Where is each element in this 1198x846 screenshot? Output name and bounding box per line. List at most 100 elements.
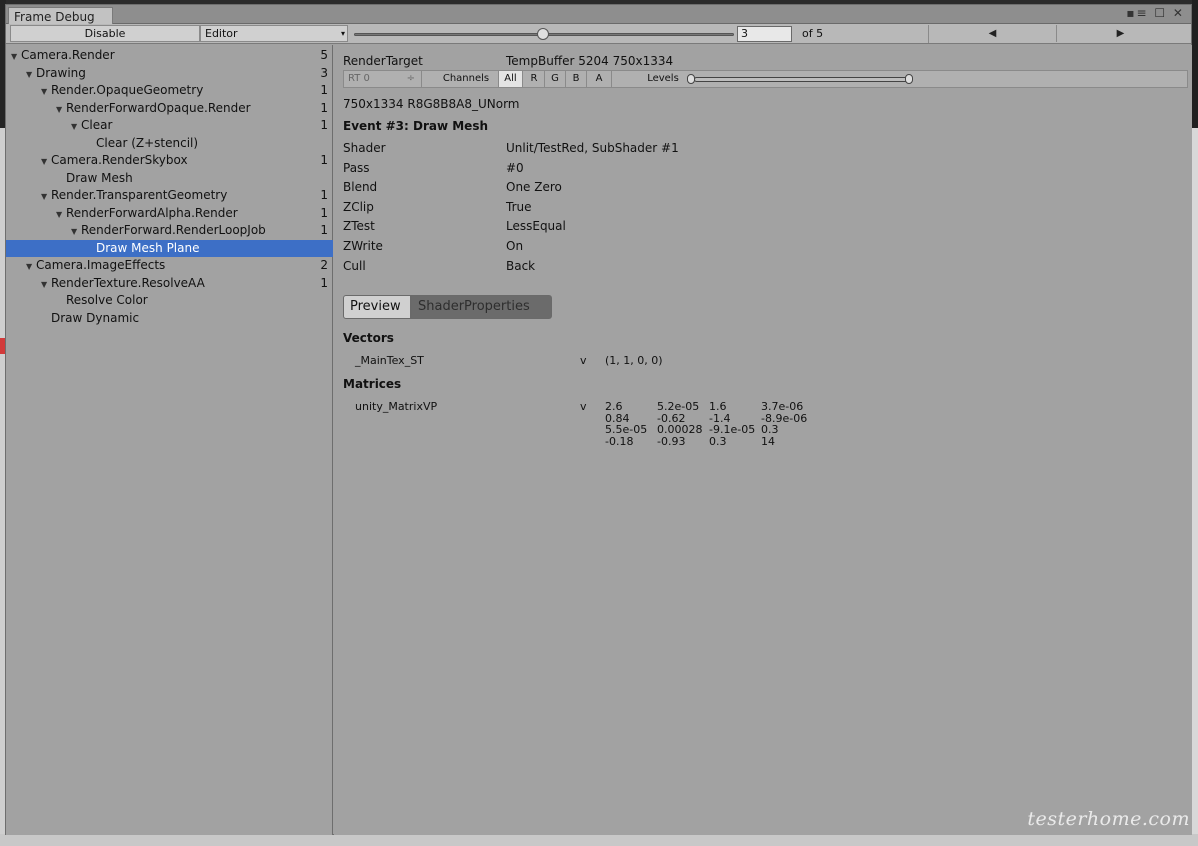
channel-all-button[interactable]: All [498,71,523,87]
matrix-cell: -8.9e-06 [761,411,808,425]
render-target-toolbar: RT 0 ÷ Channels All R G B A Levels [343,70,1188,88]
tree-item[interactable]: ▼ RenderForwardOpaque.Render 1 [6,100,333,117]
tree-item[interactable]: ▼ Render.OpaqueGeometry 1 [6,82,333,99]
property-value: True [506,199,532,214]
frame-slider-thumb[interactable] [537,28,549,40]
tree-item-label: RenderTexture.ResolveAA [51,275,205,290]
property-value: On [506,239,524,253]
tree-item-count: 1 [320,275,328,290]
tree-item[interactable]: ▼ Camera.Render 5 [6,47,333,64]
tree-item[interactable]: ▼ Drawing 3 [6,65,333,82]
property-value: LessEqual [506,219,566,234]
property-value: Unlit/TestRed, SubShader #1 [506,141,679,155]
target-dropdown[interactable]: Editor ▾ [200,25,348,42]
tree-item-label: Camera.ImageEffects [36,258,166,272]
matrices-heading: Matrices [343,377,402,391]
channel-a-button[interactable]: A [587,71,612,87]
expand-triangle-icon[interactable]: ▼ [26,258,36,275]
render-target-value: TempBuffer 5204 750x1334 [506,54,674,68]
property-value: Back [506,258,536,273]
tree-item[interactable]: ▼ Clear 1 [6,117,333,134]
channel-g-button[interactable]: G [545,71,566,87]
tree-item-label: Camera.RenderSkybox [51,153,188,167]
rt-select-label: RT 0 [348,73,370,84]
tree-item-count: 5 [320,48,328,62]
tree-item[interactable]: Draw Mesh [6,170,333,187]
tree-item-count: 1 [320,223,328,237]
vector-name: _MainTex_ST [355,354,424,367]
disable-button[interactable]: Disable [10,25,200,42]
previous-event-button[interactable]: ◀ [928,25,1056,42]
background-editor-bottom [0,834,1198,846]
background-editor-right [1192,0,1198,846]
tree-item[interactable]: ▼ Camera.RenderSkybox 1 [6,152,333,169]
expand-triangle-icon[interactable]: ▼ [11,48,21,65]
levels-label: Levels [647,73,679,84]
window-tab-bar: Frame Debug ▪≡ ☐ ✕ [6,5,1191,25]
chevron-down-icon: ▾ [340,29,345,38]
matrix-cell: 5.5e-05 [605,423,648,436]
tree-item-label: Render.OpaqueGeometry [51,83,204,97]
expand-triangle-icon[interactable]: ▼ [41,276,51,293]
property-key: ZTest [343,219,375,234]
next-event-button[interactable]: ▶ [1056,25,1184,42]
tree-item[interactable]: ▼ RenderTexture.ResolveAA 1 [6,275,333,292]
rt-select[interactable]: RT 0 ÷ [344,71,422,87]
tree-item-count: 3 [320,65,328,80]
channel-b-button[interactable]: B [566,71,587,87]
levels-max-handle[interactable] [905,74,913,84]
levels-slider-track[interactable] [694,77,912,82]
matrix-cell: -0.93 [657,434,686,448]
tab-preview[interactable]: Preview [343,295,411,319]
toolbar: Disable Editor ▾ 3 of 5 ◀ ▶ [6,24,1191,44]
expand-triangle-icon[interactable]: ▼ [71,223,81,240]
vectors-heading: Vectors [343,331,394,345]
target-label: Editor [205,27,238,40]
window-controls[interactable]: ▪≡ ☐ ✕ [1126,6,1185,20]
expand-triangle-icon[interactable]: ▼ [26,66,36,83]
watermark: testerhome.com [1027,808,1190,830]
matrix-cell: 0.84 [605,411,630,425]
matrix-cell: -1.4 [709,411,731,425]
expand-triangle-icon[interactable]: ▼ [56,101,66,118]
tab-shader-properties[interactable]: ShaderProperties [411,295,552,319]
tree-item-count: 2 [320,258,328,272]
tree-item-label: Draw Mesh [66,170,133,185]
tree-item-count: 1 [320,205,328,220]
expand-triangle-icon[interactable]: ▼ [41,153,51,170]
property-key: Shader [343,141,386,155]
tree-item-label: Clear (Z+stencil) [96,135,199,150]
vector-stage: v [580,354,587,367]
tree-item[interactable]: ▼ RenderForwardAlpha.Render 1 [6,205,333,222]
matrix-cell: 0.3 [761,423,779,436]
tab-frame-debug[interactable]: Frame Debug [8,7,113,25]
tree-item[interactable]: ▼ Camera.ImageEffects 2 [6,257,333,274]
tree-item-label: Camera.Render [21,48,115,62]
expand-triangle-icon[interactable]: ▼ [41,188,51,205]
tree-item[interactable]: ▼ RenderForward.RenderLoopJob 1 [6,222,333,239]
expand-triangle-icon[interactable]: ▼ [41,83,51,100]
matrix-cell: -0.18 [605,434,634,448]
matrix-cell: -9.1e-05 [709,423,756,436]
tree-item-count: 1 [320,118,328,132]
tree-item-label: RenderForward.RenderLoopJob [81,223,266,237]
tree-item[interactable]: Clear (Z+stencil) [6,135,333,152]
vector-value: (1, 1, 0, 0) [605,354,663,367]
frame-count-label: of 5 [802,27,824,40]
matrix-cell: 5.2e-05 [657,400,700,413]
rt-select-arrow-icon: ÷ [406,73,415,84]
frame-index-field[interactable]: 3 [737,26,792,42]
channel-r-button[interactable]: R [524,71,545,87]
expand-triangle-icon[interactable]: ▼ [71,118,81,135]
expand-triangle-icon[interactable]: ▼ [56,206,66,223]
tree-item[interactable]: Resolve Color [6,292,333,309]
tree-item[interactable]: ▼ Render.TransparentGeometry 1 [6,187,333,204]
matrix-name: unity_MatrixVP [355,400,438,413]
tree-item[interactable]: Draw Mesh Plane [6,239,333,257]
levels-min-handle[interactable] [687,74,695,84]
tree-item-label: Resolve Color [66,293,148,307]
matrix-cell: -0.62 [657,411,686,425]
property-value: One Zero [506,180,562,195]
tree-item[interactable]: Draw Dynamic [6,310,333,327]
tree-item-count: 1 [320,188,328,202]
